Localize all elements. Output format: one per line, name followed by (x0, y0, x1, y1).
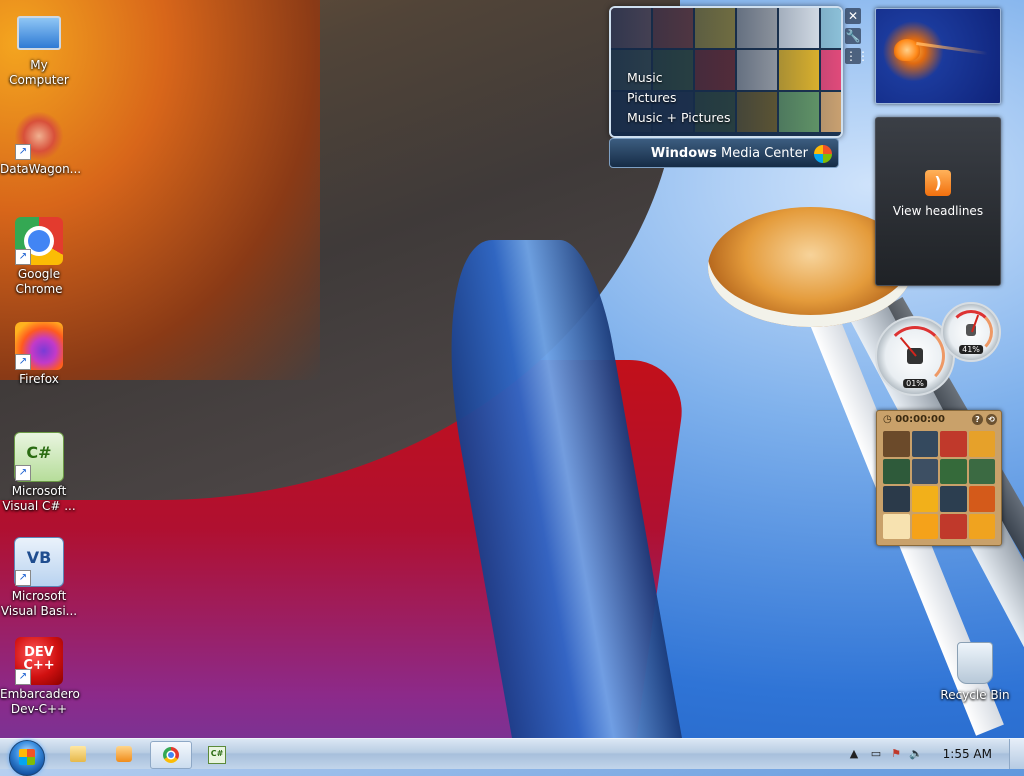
desktop-icon-label: Recycle Bin (940, 688, 1010, 702)
visual-csharp-icon: C# ↗ (14, 432, 64, 482)
taskbar-explorer-button[interactable] (58, 741, 98, 767)
puzzle-tile[interactable] (911, 431, 938, 457)
rss-icon: ) (925, 170, 951, 196)
chrome-icon (163, 747, 179, 763)
datawagon-icon: ↗ (15, 112, 63, 160)
desktop-icon-label: Microsoft Visual Basi... (0, 589, 78, 618)
media-center-tiles: Music Pictures Music + Pictures (609, 6, 843, 138)
media-center-title-bold: Windows (650, 146, 717, 161)
media-player-icon (116, 746, 132, 762)
windows-start-orb-icon (9, 740, 45, 776)
visual-basic-icon: VB ↗ (14, 537, 64, 587)
system-tray: ▲ ▭ ⚑ 🔈 1:55 AM (844, 739, 1024, 769)
help-icon[interactable]: ? (972, 414, 983, 425)
picture-puzzle-gadget[interactable]: ◷ 00:00:00 ? ⟲ (876, 410, 1002, 546)
cpu-percent: 01% (903, 379, 927, 388)
action-center-icon[interactable]: ⚑ (888, 746, 904, 762)
start-button[interactable] (7, 739, 45, 776)
taskbar: C# ▲ ▭ ⚑ 🔈 1:55 AM (0, 738, 1024, 776)
clock-icon: ◷ (883, 414, 896, 425)
taskbar-chrome-button[interactable] (150, 741, 192, 769)
show-hidden-icons-icon[interactable]: ▲ (846, 746, 862, 762)
memory-gauge: 41% (941, 302, 1001, 362)
firefox-icon: ↗ (15, 322, 63, 370)
puzzle-tile[interactable] (883, 458, 910, 484)
devcpp-icon: DEV C++ ↗ (15, 637, 63, 685)
visual-csharp-icon: C# (208, 746, 226, 764)
close-icon[interactable]: ✕ (845, 8, 861, 24)
puzzle-tile[interactable] (883, 513, 910, 539)
puzzle-tile[interactable] (883, 431, 910, 457)
desktop-icon-devcpp[interactable]: DEV C++ ↗ Embarcadero Dev-C++ (0, 637, 80, 717)
puzzle-tile[interactable] (968, 513, 995, 539)
windows-logo-icon (814, 145, 832, 163)
view-headlines-label: View headlines (892, 204, 984, 218)
chrome-icon: ↗ (15, 217, 63, 265)
media-center-menu: Music Pictures Music + Pictures (627, 68, 731, 128)
menu-item-pictures[interactable]: Pictures (627, 88, 731, 108)
puzzle-tile[interactable] (911, 513, 938, 539)
desktop-icon-label: My Computer (9, 58, 69, 87)
puzzle-tile[interactable] (968, 458, 995, 484)
clock[interactable]: 1:55 AM (943, 739, 992, 769)
desktop-icon-recycle-bin[interactable]: Recycle Bin (938, 638, 1012, 703)
puzzle-grid (883, 431, 995, 539)
taskbar-visual-csharp-button[interactable]: C# (196, 741, 236, 767)
media-center-launch-bar[interactable]: Windows Media Center (609, 138, 839, 168)
folder-icon (70, 746, 86, 762)
media-center-gadget[interactable]: Music Pictures Music + Pictures Windows … (609, 6, 843, 170)
pause-icon[interactable]: ⟲ (986, 414, 997, 425)
drag-handle-icon[interactable]: ⋮⋮ (845, 48, 869, 64)
taskbar-media-player-button[interactable] (104, 741, 144, 767)
volume-icon[interactable]: 🔈 (908, 746, 924, 762)
media-center-title-rest: Media Center (716, 146, 808, 161)
computer-icon (17, 16, 61, 50)
feed-headlines-gadget[interactable]: ) View headlines (875, 117, 1001, 286)
desktop-icon-label: Google Chrome (15, 267, 63, 296)
options-wrench-icon[interactable]: 🔧 (845, 28, 861, 44)
slideshow-gadget[interactable] (875, 8, 1001, 104)
network-icon[interactable]: ▭ (868, 746, 884, 762)
show-desktop-button[interactable] (1009, 739, 1024, 769)
puzzle-tile[interactable] (940, 431, 967, 457)
gadget-controls: ✕ 🔧 ⋮⋮ (845, 8, 869, 68)
puzzle-tile[interactable] (911, 486, 938, 512)
desktop-icon-google-chrome[interactable]: ↗ Google Chrome (0, 217, 78, 297)
puzzle-tile[interactable] (968, 486, 995, 512)
cpu-meter-gadget[interactable]: 01% 41% (875, 302, 1001, 396)
desktop-icon-label: Firefox (19, 372, 59, 386)
puzzle-tile[interactable] (940, 486, 967, 512)
desktop-wallpaper (0, 0, 1024, 740)
puzzle-header: ◷ 00:00:00 ? ⟲ (877, 411, 1001, 429)
puzzle-tile[interactable] (968, 431, 995, 457)
puzzle-tile[interactable] (883, 486, 910, 512)
desktop-icon-datawagon[interactable]: ↗ DataWagon... (0, 112, 82, 177)
puzzle-timer: 00:00:00 (895, 414, 945, 425)
desktop-icon-visual-basic[interactable]: VB ↗ Microsoft Visual Basi... (0, 537, 78, 619)
menu-item-music-pictures[interactable]: Music + Pictures (627, 108, 731, 128)
desktop-icon-label: DataWagon... (0, 162, 82, 176)
puzzle-tile[interactable] (940, 513, 967, 539)
desktop-icon-my-computer[interactable]: My Computer (0, 8, 78, 88)
desktop-icon-visual-csharp[interactable]: C# ↗ Microsoft Visual C# ... (0, 432, 78, 514)
desktop-icon-label: Microsoft Visual C# ... (2, 484, 76, 513)
puzzle-tile[interactable] (911, 458, 938, 484)
recycle-bin-icon (957, 642, 993, 684)
desktop-icon-label: Embarcadero Dev-C++ (0, 687, 80, 716)
desktop-icon-firefox[interactable]: ↗ Firefox (0, 322, 78, 387)
puzzle-tile[interactable] (940, 458, 967, 484)
memory-percent: 41% (959, 345, 983, 354)
menu-item-music[interactable]: Music (627, 68, 731, 88)
